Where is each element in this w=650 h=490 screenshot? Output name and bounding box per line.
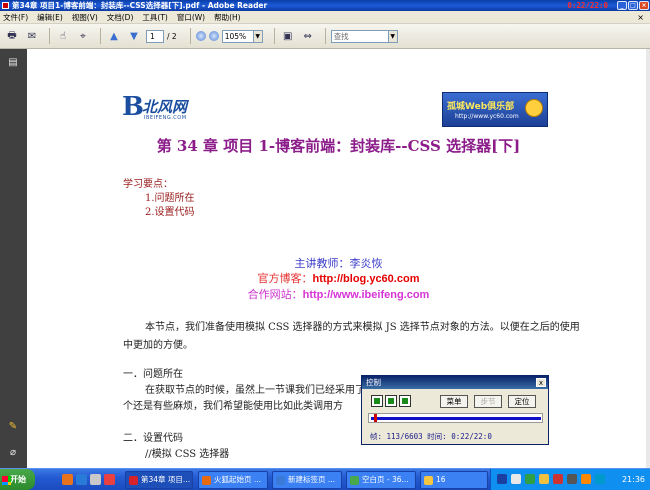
task-folder[interactable]: 16 — [420, 471, 488, 489]
dialog-title: 控制 — [366, 378, 381, 387]
task-new-tab[interactable]: 新建标签页 ... — [272, 471, 342, 489]
locate-button[interactable]: 定位 — [508, 395, 536, 408]
select-tool-icon[interactable]: ⌖ — [75, 28, 91, 44]
playback-control-dialog: 控制 x 菜单 步节 定位 帧: 113/6603 时间: 0:22/22:0 — [361, 375, 549, 445]
pdf-page: B 北风网 IBEIFENG.COM 孤城Web俱乐部 http://www.y… — [27, 49, 650, 468]
quicklaunch-firefox-icon[interactable] — [62, 474, 73, 485]
learning-points: 学习要点： 1.问题所在 2.设置代码 — [123, 178, 195, 220]
teacher-info: 主讲教师：李炎恢 官方博客：http://blog.yc60.com 合作网站：… — [27, 256, 650, 303]
menu-file[interactable]: 文件(F) — [3, 12, 28, 23]
frame-time-status: 帧: 113/6603 时间: 0:22/22:0 — [370, 432, 492, 441]
step-button[interactable]: 步节 — [474, 395, 502, 408]
search-input[interactable]: 查找 — [330, 29, 389, 43]
dialog-close-button[interactable]: x — [536, 378, 546, 387]
email-icon[interactable]: ✉ — [24, 28, 40, 44]
point-item: 2.设置代码 — [145, 207, 195, 218]
play-icon[interactable] — [371, 395, 383, 407]
dialog-title-bar: 控制 x — [362, 376, 548, 389]
menu-button[interactable]: 菜单 — [440, 395, 468, 408]
hand-tool-icon[interactable]: ☝ — [55, 28, 71, 44]
next-page-icon[interactable]: ▼ — [126, 28, 142, 44]
section-title: 一．问题所在 — [123, 369, 183, 380]
tray-app3-icon[interactable] — [581, 474, 591, 484]
playback-knob[interactable] — [373, 414, 377, 422]
task-adobe-reader[interactable]: 第34章 项目... — [125, 471, 193, 489]
clock-icon — [525, 99, 543, 117]
menu-window[interactable]: 窗口(W) — [177, 12, 205, 23]
start-button[interactable]: 开始 — [0, 469, 35, 490]
chapter-heading: 第 34 章 项目 1-博客前端：封装库--CSS 选择器[下] — [156, 137, 521, 155]
close-button[interactable]: × — [639, 1, 649, 10]
quicklaunch-app-icon[interactable] — [104, 474, 115, 485]
recording-clock: 0:22/22:0 — [567, 1, 608, 10]
section-code: 二．设置代码 //模拟 CSS 选择器 — [123, 431, 229, 463]
attachments-icon[interactable]: ⌀ — [7, 447, 19, 459]
section-text: 个还是有些麻烦，我们希望能使用比如此类调用方 — [123, 401, 343, 412]
minimize-button[interactable]: _ — [617, 1, 627, 10]
stop-icon[interactable] — [399, 395, 411, 407]
blog-label: 官方博客： — [257, 272, 313, 285]
tray-app-icon[interactable] — [553, 474, 563, 484]
window-title: 第34章 项目1-博客前端：封装库--CSS选择器[下].pdf - Adobe… — [12, 1, 268, 10]
blog-link[interactable]: http://blog.yc60.com — [313, 273, 420, 285]
pages-icon[interactable]: ▤ — [7, 57, 19, 69]
maximize-button[interactable]: □ — [628, 1, 638, 10]
menu-document[interactable]: 文档(D) — [107, 12, 134, 23]
point-item: 1.问题所在 — [145, 193, 195, 204]
zoom-out-icon[interactable] — [195, 31, 206, 41]
zoom-in-icon[interactable] — [208, 31, 219, 41]
fit-page-icon[interactable]: ▣ — [280, 28, 296, 44]
teacher-label: 主讲教师：李炎恢 — [294, 257, 383, 270]
pause-icon[interactable] — [385, 395, 397, 407]
vertical-scrollbar[interactable] — [646, 49, 650, 468]
clock: 21:36 — [621, 475, 645, 484]
tray-ime-icon[interactable] — [511, 474, 521, 484]
quicklaunch-desktop-icon[interactable] — [90, 474, 101, 485]
tray-app4-icon[interactable] — [595, 474, 605, 484]
taskbar: 开始 第34章 项目... 火狐起始页 ... 新建标签页 ... 空白页 - … — [0, 468, 650, 490]
print-icon[interactable]: 🖶 — [4, 28, 20, 44]
comments-icon[interactable]: ✎ — [7, 421, 19, 433]
window-controls: _ □ × — [617, 1, 649, 10]
quicklaunch-ie-icon[interactable] — [76, 474, 87, 485]
previous-page-icon[interactable]: ▲ — [106, 28, 122, 44]
fit-width-icon[interactable]: ⇔ — [300, 28, 316, 44]
partner-label: 合作网站： — [247, 288, 303, 301]
zoom-dropdown-icon[interactable]: ▼ — [253, 29, 263, 43]
playback-slider[interactable] — [368, 413, 543, 423]
section-title: 二．设置代码 — [123, 433, 183, 444]
intro-paragraph: 本节点，我们准备使用模拟 CSS 选择器的方式来模拟 JS 选择节点对象的方法。… — [123, 322, 580, 351]
tray-network-icon[interactable] — [497, 474, 507, 484]
partner-link[interactable]: http://www.ibeifeng.com — [303, 289, 430, 301]
section-problem: 一．问题所在 在获取节点的时候，虽然上一节课我们已经采用了 个还是有些麻烦，我们… — [123, 367, 365, 415]
points-title: 学习要点： — [123, 179, 173, 190]
yc60-logo: 孤城Web俱乐部 http://www.yc60.com — [442, 92, 548, 127]
system-tray: 21:36 — [490, 469, 650, 490]
page-number-input[interactable]: 1 — [146, 29, 164, 43]
document-area: B 北风网 IBEIFENG.COM 孤城Web俱乐部 http://www.y… — [27, 49, 650, 468]
task-firefox-home[interactable]: 火狐起始页 ... — [198, 471, 268, 489]
menu-view[interactable]: 视图(V) — [72, 12, 98, 23]
tray-volume-icon[interactable] — [539, 474, 549, 484]
menu-tools[interactable]: 工具(T) — [142, 12, 167, 23]
page-total: / 2 — [167, 31, 177, 41]
task-blank-page[interactable]: 空白页 - 36... — [346, 471, 416, 489]
navigation-pane: ▤ ✎ ⌀ — [0, 49, 27, 468]
ibeifeng-logo: B 北风网 IBEIFENG.COM — [122, 92, 188, 122]
adobe-reader-icon — [2, 2, 9, 9]
zoom-level-field[interactable]: 105% — [221, 29, 254, 43]
section-text: 在获取节点的时候，虽然上一节课我们已经采用了 — [145, 385, 365, 396]
window-title-bar: 第34章 项目1-博客前端：封装库--CSS选择器[下].pdf - Adobe… — [0, 0, 650, 11]
search-dropdown-icon[interactable]: ▼ — [388, 29, 398, 43]
menu-help[interactable]: 帮助(H) — [214, 12, 241, 23]
close-document-icon[interactable]: × — [637, 13, 644, 22]
tray-security-icon[interactable] — [525, 474, 535, 484]
tray-app2-icon[interactable] — [567, 474, 577, 484]
menu-bar: 文件(F) 编辑(E) 视图(V) 文档(D) 工具(T) 窗口(W) 帮助(H… — [0, 11, 650, 24]
toolbar: 🖶 ✉ ☝ ⌖ ▲ ▼ 1 / 2 105% ▼ ▣ ⇔ 查找 ▼ — [0, 24, 650, 49]
menu-edit[interactable]: 编辑(E) — [37, 12, 63, 23]
code-comment: //模拟 CSS 选择器 — [145, 449, 230, 460]
